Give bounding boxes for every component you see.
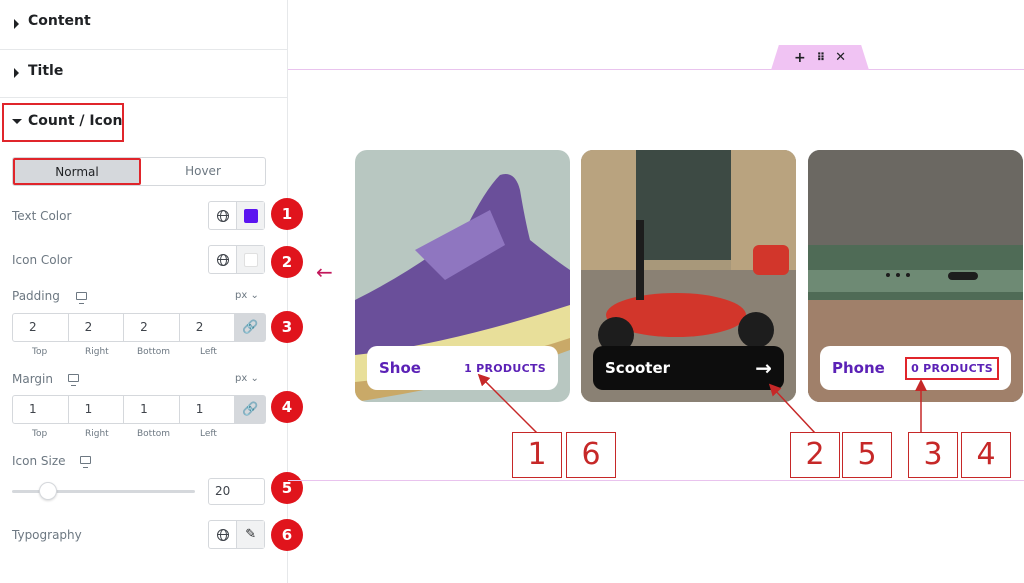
- product-count: 0 PRODUCTS: [905, 356, 999, 380]
- padding-top-input[interactable]: 2: [13, 314, 69, 341]
- annotation-label: 1: [512, 432, 562, 478]
- icon-color-swatch: [243, 252, 258, 267]
- annotation-marker: 1: [271, 198, 303, 230]
- margin-right-caption: Right: [85, 429, 109, 439]
- tab-hover[interactable]: Hover: [141, 158, 265, 185]
- caret-right-icon: [14, 19, 19, 29]
- section-border-bottom: [288, 480, 1024, 481]
- padding-right-caption: Right: [85, 347, 109, 357]
- product-count: 1 PRODUCTS: [464, 361, 546, 375]
- global-colors-button[interactable]: [209, 202, 236, 229]
- link-icon[interactable]: 🔗: [235, 396, 265, 423]
- margin-unit-value: px: [235, 373, 248, 384]
- monitor-icon[interactable]: [76, 292, 87, 304]
- style-panel: Content Title Count / Icon Normal Hover …: [0, 0, 303, 583]
- annotation-marker: 3: [271, 311, 303, 343]
- caret-right-icon: [14, 68, 19, 78]
- text-color-picker[interactable]: [236, 202, 264, 229]
- padding-left-caption: Left: [200, 347, 217, 357]
- margin-top-input[interactable]: 1: [13, 396, 69, 423]
- typography-control: ✎: [208, 520, 265, 549]
- monitor-icon[interactable]: [80, 456, 91, 468]
- card-info-bar: Shoe 1 PRODUCTS: [367, 346, 558, 390]
- margin-inputs: 1 1 1 1 🔗: [12, 395, 266, 424]
- pencil-icon[interactable]: ✎: [236, 521, 264, 548]
- icon-size-slider-handle[interactable]: [39, 482, 57, 500]
- global-typography-button[interactable]: [209, 521, 236, 548]
- padding-bottom-caption: Bottom: [137, 347, 171, 357]
- margin-unit-select[interactable]: px ⌄: [235, 373, 259, 384]
- section-title-label: Title: [28, 63, 64, 79]
- padding-inputs: 2 2 2 2 🔗: [12, 313, 266, 342]
- text-color-label: Text Color: [12, 209, 72, 223]
- annotation-marker: 4: [271, 391, 303, 423]
- card-title: Scooter: [605, 359, 671, 377]
- margin-top-caption: Top: [32, 429, 48, 439]
- section-handle: + ⠿ ✕: [771, 45, 869, 70]
- annotation-marker: 5: [271, 472, 303, 504]
- monitor-icon[interactable]: [68, 374, 79, 386]
- globe-icon: [216, 528, 229, 541]
- section-title[interactable]: Title: [0, 47, 288, 98]
- text-color-swatch: [243, 208, 258, 223]
- link-icon[interactable]: 🔗: [235, 314, 265, 341]
- highlight-box: [2, 103, 124, 142]
- icon-size-input[interactable]: 20: [208, 478, 265, 505]
- margin-left-caption: Left: [200, 429, 217, 439]
- card-title: Phone: [832, 359, 885, 377]
- section-content[interactable]: Content: [0, 0, 288, 50]
- tab-normal[interactable]: Normal: [13, 158, 141, 185]
- annotation-label: 5: [842, 432, 892, 478]
- padding-label: Padding: [12, 289, 60, 303]
- padding-bottom-input[interactable]: 2: [124, 314, 180, 341]
- card-info-bar: Phone 0 PRODUCTS: [820, 346, 1011, 390]
- editor-screen: Content Title Count / Icon Normal Hover …: [0, 0, 1024, 583]
- margin-bottom-input[interactable]: 1: [124, 396, 180, 423]
- drag-grip-icon[interactable]: ⠿: [817, 51, 826, 64]
- close-icon[interactable]: ✕: [835, 50, 846, 65]
- arrow-right-icon[interactable]: →: [755, 356, 772, 380]
- typography-label: Typography: [12, 528, 82, 542]
- icon-color-control: [208, 245, 265, 274]
- globe-icon: [216, 209, 229, 222]
- margin-bottom-caption: Bottom: [137, 429, 171, 439]
- state-tabs: Normal Hover: [12, 157, 266, 186]
- annotation-label: 2: [790, 432, 840, 478]
- icon-color-label: Icon Color: [12, 253, 73, 267]
- padding-unit-value: px: [235, 290, 248, 301]
- category-card-phone[interactable]: Phone 0 PRODUCTS: [808, 150, 1023, 402]
- card-info-bar: Scooter →: [593, 346, 784, 390]
- margin-label: Margin: [12, 372, 53, 386]
- global-colors-button[interactable]: [209, 246, 236, 273]
- padding-top-caption: Top: [32, 347, 48, 357]
- section-border-top: [288, 69, 1024, 70]
- annotation-marker: 2: [271, 246, 303, 278]
- margin-right-input[interactable]: 1: [69, 396, 125, 423]
- category-card-shoe[interactable]: Shoe 1 PRODUCTS: [355, 150, 570, 402]
- annotation-label: 4: [961, 432, 1011, 478]
- padding-right-input[interactable]: 2: [69, 314, 125, 341]
- section-content-label: Content: [28, 13, 91, 29]
- plus-icon[interactable]: +: [794, 50, 806, 66]
- padding-left-input[interactable]: 2: [180, 314, 236, 341]
- text-color-control: [208, 201, 265, 230]
- margin-left-input[interactable]: 1: [180, 396, 236, 423]
- icon-size-label: Icon Size: [12, 454, 66, 468]
- globe-icon: [216, 253, 229, 266]
- category-card-scooter[interactable]: Scooter →: [581, 150, 796, 402]
- card-title: Shoe: [379, 359, 421, 377]
- arrow-left-icon: ←: [316, 260, 333, 284]
- annotation-label: 6: [566, 432, 616, 478]
- annotation-label: 3: [908, 432, 958, 478]
- padding-unit-select[interactable]: px ⌄: [235, 290, 259, 301]
- annotation-marker: 6: [271, 519, 303, 551]
- icon-color-picker[interactable]: [236, 246, 264, 273]
